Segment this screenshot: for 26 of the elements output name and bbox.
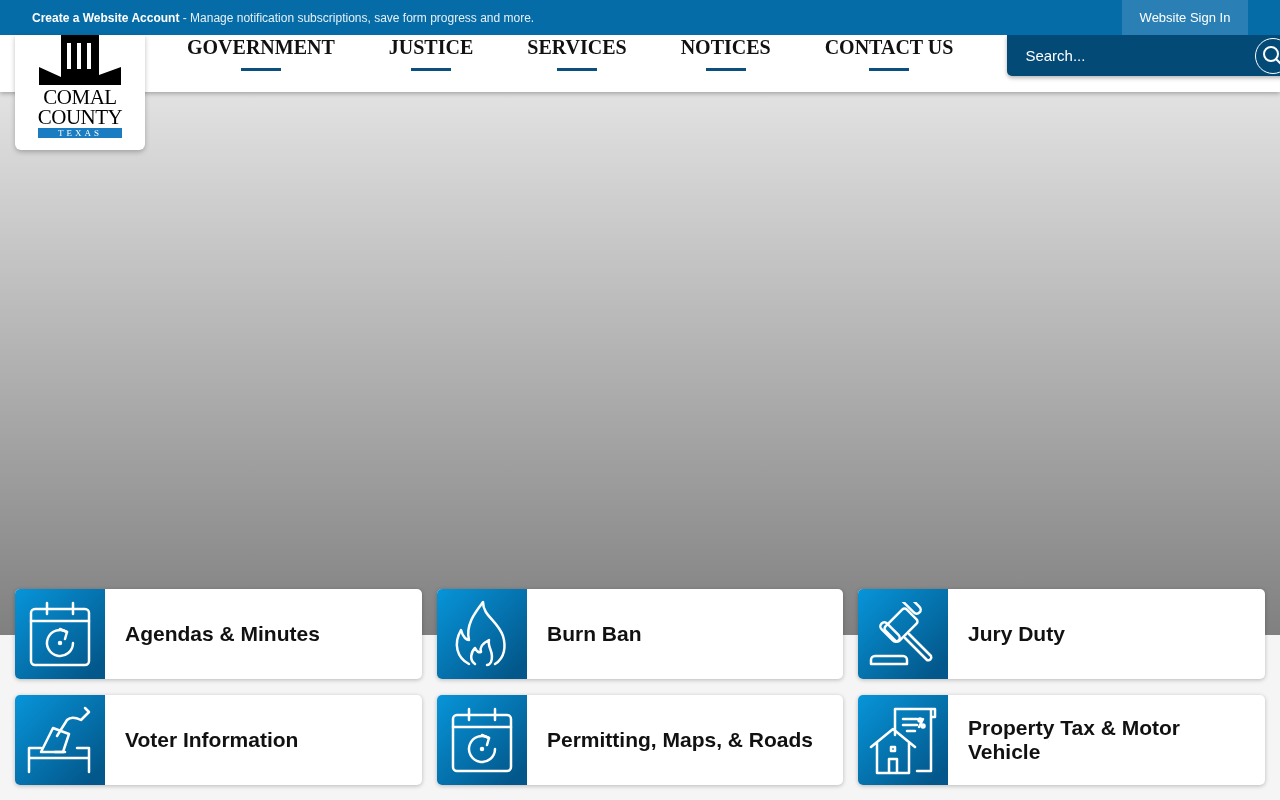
courthouse-tower-icon bbox=[37, 35, 123, 87]
nav-link[interactable]: JUSTICE bbox=[388, 35, 474, 71]
quick-link-card[interactable]: Jury Duty bbox=[858, 589, 1265, 679]
search-box[interactable]: Search... bbox=[1007, 35, 1280, 76]
nav-link[interactable]: GOVERNMENT bbox=[187, 35, 335, 71]
nav-link[interactable]: SERVICES bbox=[527, 35, 627, 71]
quick-link-card[interactable]: Burn Ban bbox=[437, 589, 843, 679]
quick-link-card[interactable]: Permitting, Maps, & Roads bbox=[437, 695, 843, 785]
logo-text: COUNTY bbox=[37, 107, 123, 127]
logo-card[interactable]: COMAL COUNTY TEXAS bbox=[15, 35, 145, 150]
quick-link-card[interactable]: Voter Information bbox=[15, 695, 422, 785]
sign-in-button[interactable]: Website Sign In bbox=[1122, 0, 1248, 35]
nav-link[interactable]: NOTICES bbox=[680, 35, 771, 71]
account-message: Create a Website Account - Manage notification subscriptions, save form progress and more. bbox=[32, 10, 536, 25]
create-account-link[interactable]: Create a Website Account bbox=[32, 10, 180, 25]
quick-link-card[interactable]: Property Tax & Motor Vehicle bbox=[858, 695, 1265, 785]
search-field[interactable]: Search... bbox=[1023, 46, 1256, 65]
logo-text: COMAL bbox=[43, 87, 117, 107]
quick-link-card[interactable]: Agendas & Minutes bbox=[15, 589, 422, 679]
ballot-box-icon bbox=[27, 706, 93, 774]
house-tax-document-icon bbox=[869, 705, 937, 775]
calendar-icon bbox=[451, 707, 513, 773]
calendar-icon bbox=[29, 601, 91, 667]
logo-text: TEXAS bbox=[38, 128, 122, 138]
nav-link[interactable]: CONTACT US bbox=[824, 35, 954, 71]
search-icon bbox=[1262, 44, 1280, 67]
